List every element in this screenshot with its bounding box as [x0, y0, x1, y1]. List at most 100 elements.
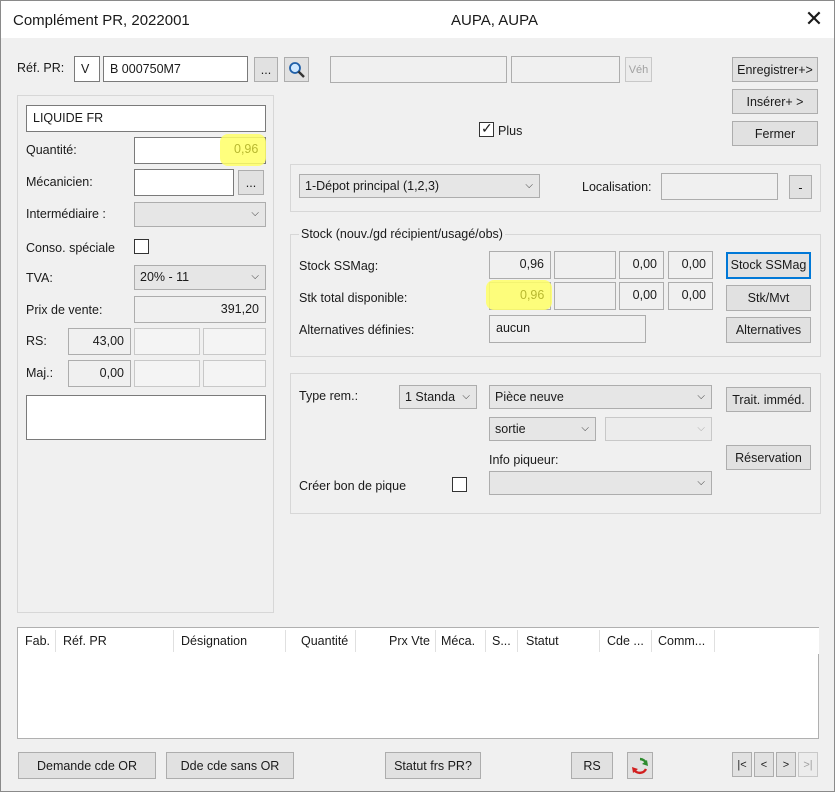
- chevron-down-icon: ⌵: [462, 391, 470, 402]
- chevron-down-icon: ⌵: [697, 477, 705, 488]
- chevron-down-icon: ⌵: [697, 423, 705, 434]
- refresh-button[interactable]: [627, 752, 653, 779]
- trait-immed-button[interactable]: Trait. imméd.: [726, 387, 811, 412]
- mechanic-label: Mécanicien:: [26, 175, 93, 189]
- sortie-detail-select: ⌵: [605, 417, 712, 441]
- chevron-down-icon: ⌵: [525, 180, 533, 191]
- insert-button[interactable]: Insérer+ >: [732, 89, 818, 114]
- alternatives-field: aucun: [489, 315, 646, 343]
- col-statut[interactable]: Statut: [526, 634, 559, 648]
- maj-extra-2: [203, 360, 266, 387]
- type-rem-value: 1 Standa: [405, 390, 456, 404]
- rs-button[interactable]: RS: [571, 752, 613, 779]
- info-field-2: [511, 56, 620, 83]
- maj-extra-1: [134, 360, 200, 387]
- create-bon-label: Créer bon de pique: [299, 479, 407, 493]
- info-piqueur-select[interactable]: ⌵: [489, 471, 712, 495]
- demande-cde-or-button[interactable]: Demande cde OR: [18, 752, 156, 779]
- ref-prefix-field[interactable]: V: [74, 56, 100, 82]
- search-icon: [288, 62, 305, 78]
- depot-value: 1-Dépot principal (1,2,3): [305, 179, 440, 193]
- conso-checkbox[interactable]: [134, 239, 149, 254]
- mechanic-browse-button[interactable]: ...: [238, 170, 264, 195]
- maj-field: 0,00: [68, 360, 131, 387]
- mechanic-input[interactable]: [134, 169, 234, 196]
- ref-browse-button[interactable]: ...: [254, 57, 278, 82]
- col-ref-pr[interactable]: Réf. PR: [63, 634, 107, 648]
- ssmag-new: 0,96: [489, 251, 551, 279]
- location-field: [661, 173, 778, 200]
- ssmag-used: 0,00: [619, 251, 664, 279]
- nav-first-button[interactable]: |<: [732, 752, 752, 777]
- col-quantity[interactable]: Quantité: [301, 634, 348, 648]
- col-meca[interactable]: Méca.: [441, 634, 475, 648]
- col-cde[interactable]: Cde ...: [607, 634, 644, 648]
- price-label: Prix de vente:: [26, 303, 103, 317]
- info-field-1: [330, 56, 507, 83]
- close-button[interactable]: Fermer: [732, 121, 818, 146]
- depot-select[interactable]: 1-Dépot principal (1,2,3) ⌵: [299, 174, 540, 198]
- create-bon-checkbox[interactable]: [452, 477, 467, 492]
- total-large: [554, 282, 616, 310]
- title-bar: Complément PR, 2022001 AUPA, AUPA ✕: [1, 1, 834, 38]
- window-title: Complément PR, 2022001: [13, 12, 190, 29]
- col-fab[interactable]: Fab.: [25, 634, 50, 648]
- search-button[interactable]: [284, 57, 309, 82]
- location-label: Localisation:: [582, 180, 652, 194]
- designation-field[interactable]: LIQUIDE FR: [26, 105, 266, 132]
- sortie-value: sortie: [495, 422, 526, 436]
- tva-label: TVA:: [26, 271, 53, 285]
- stk-mvt-button[interactable]: Stk/Mvt: [726, 285, 811, 311]
- sortie-select[interactable]: sortie ⌵: [489, 417, 596, 441]
- col-designation[interactable]: Désignation: [181, 634, 247, 648]
- col-comm[interactable]: Comm...: [658, 634, 705, 648]
- alternatives-label: Alternatives définies:: [299, 323, 415, 337]
- chevron-down-icon: ⌵: [697, 391, 705, 402]
- nav-next-button[interactable]: >: [776, 752, 796, 777]
- stock-ssmag-label: Stock SSMag:: [299, 259, 379, 273]
- quantity-label: Quantité:: [26, 143, 77, 157]
- ssmag-obs: 0,00: [668, 251, 713, 279]
- ref-pr-input[interactable]: B 000750M7: [103, 56, 248, 82]
- total-new-value: 0,96: [520, 288, 545, 302]
- ref-pr-label: Réf. PR:: [17, 61, 65, 75]
- conso-label: Conso. spéciale: [26, 241, 115, 255]
- stock-ssmag-button[interactable]: Stock SSMag: [726, 252, 811, 279]
- statut-frs-button[interactable]: Statut frs PR?: [385, 752, 481, 779]
- piece-select[interactable]: Pièce neuve ⌵: [489, 385, 712, 409]
- col-price[interactable]: Prx Vte: [389, 634, 430, 648]
- reservation-button[interactable]: Réservation: [726, 445, 811, 470]
- chevron-down-icon: ⌵: [251, 208, 259, 219]
- location-dash-button[interactable]: -: [789, 175, 812, 199]
- stock-group-title: Stock (nouv./gd récipient/usagé/obs): [299, 227, 505, 241]
- col-s[interactable]: S...: [492, 634, 511, 648]
- vehicle-button: Véh: [625, 57, 652, 82]
- grid-header: Fab. Réf. PR Désignation Quantité Prx Vt…: [19, 628, 819, 654]
- price-field: 391,20: [134, 296, 266, 323]
- type-rem-select[interactable]: 1 Standa ⌵: [399, 385, 477, 409]
- quantity-value: 0,96: [234, 142, 259, 156]
- plus-label: Plus: [498, 124, 523, 138]
- dde-cde-sans-or-button[interactable]: Dde cde sans OR: [166, 752, 294, 779]
- alternatives-button[interactable]: Alternatives: [726, 317, 811, 343]
- tva-select[interactable]: 20% - 11 ⌵: [134, 265, 266, 290]
- tva-value: 20% - 11: [140, 270, 190, 284]
- nav-last-button: >|: [798, 752, 818, 777]
- total-obs: 0,00: [668, 282, 713, 310]
- notes-field[interactable]: [26, 395, 266, 440]
- save-button[interactable]: Enregistrer+>: [732, 57, 818, 82]
- chevron-down-icon: ⌵: [581, 423, 589, 434]
- close-icon[interactable]: ✕: [801, 7, 827, 33]
- rs-label: RS:: [26, 334, 47, 348]
- stock-total-label: Stk total disponible:: [299, 291, 408, 305]
- maj-label: Maj.:: [26, 366, 54, 380]
- plus-checkbox[interactable]: [479, 120, 494, 137]
- refresh-icon: [632, 757, 648, 774]
- intermediate-select[interactable]: ⌵: [134, 202, 266, 227]
- rs-extra-2: [203, 328, 266, 355]
- rs-extra-1: [134, 328, 200, 355]
- customer-name: AUPA, AUPA: [451, 12, 538, 29]
- total-used: 0,00: [619, 282, 664, 310]
- info-piqueur-label: Info piqueur:: [489, 453, 559, 467]
- nav-prev-button[interactable]: <: [754, 752, 774, 777]
